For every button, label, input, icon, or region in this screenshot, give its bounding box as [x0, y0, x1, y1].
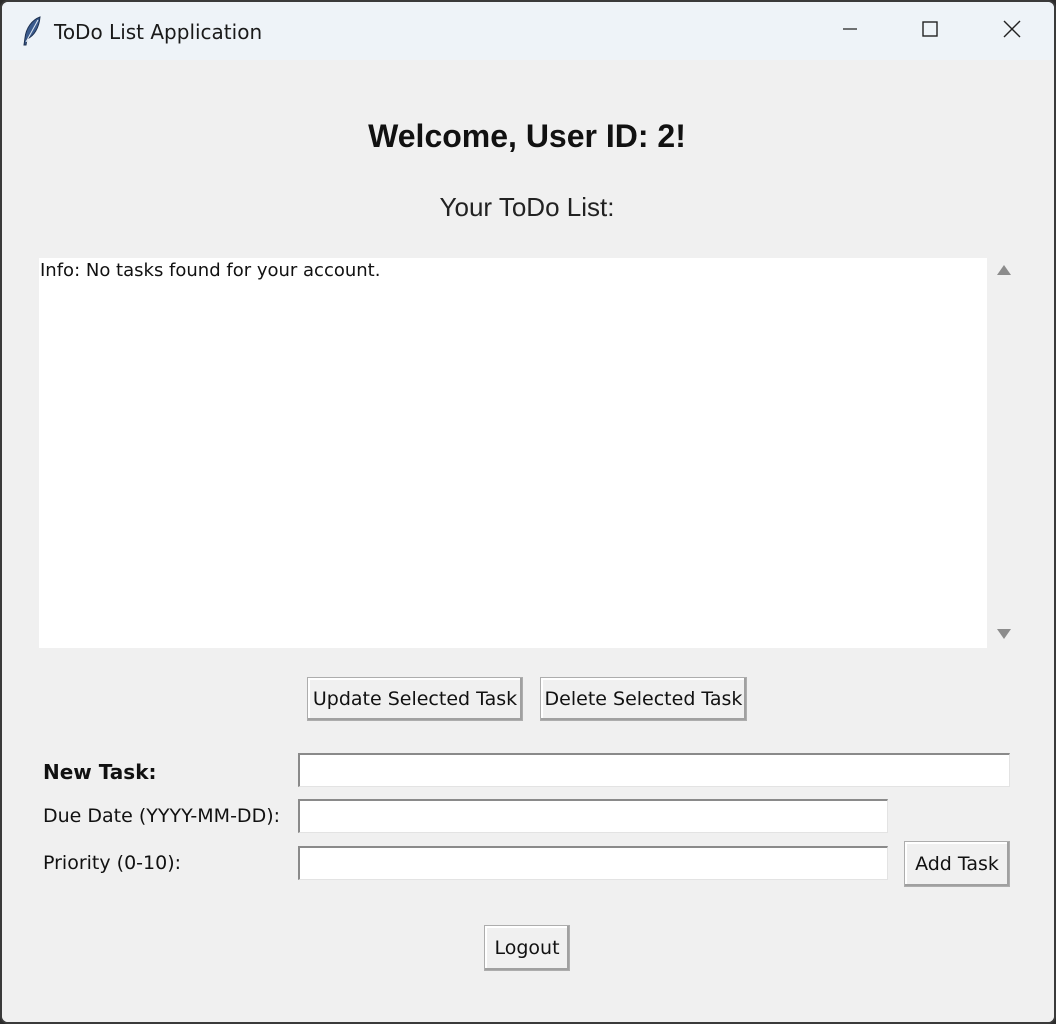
window-title: ToDo List Application [54, 20, 263, 44]
delete-task-button[interactable]: Delete Selected Task [540, 677, 747, 721]
task-listbox[interactable]: Info: No tasks found for your account. [39, 258, 987, 648]
todo-list-heading: Your ToDo List: [439, 192, 615, 222]
due-date-input[interactable] [298, 799, 888, 833]
priority-label: Priority (0-10): [43, 852, 182, 874]
priority-input[interactable] [298, 846, 888, 880]
maximize-icon [920, 19, 940, 43]
list-item[interactable]: Info: No tasks found for your account. [40, 260, 380, 281]
scroll-up-arrow-icon[interactable] [994, 260, 1014, 280]
close-icon [1002, 19, 1022, 43]
content-area: Welcome, User ID: 2! Your ToDo List: Inf… [2, 60, 1054, 1022]
app-window: ToDo List Application Welcome, User ID: … [0, 0, 1056, 1024]
maximize-button[interactable] [890, 2, 970, 60]
close-button[interactable] [972, 2, 1052, 60]
scroll-down-arrow-icon[interactable] [994, 624, 1014, 644]
minimize-icon [840, 19, 860, 43]
update-task-button[interactable]: Update Selected Task [307, 677, 523, 721]
due-date-label: Due Date (YYYY-MM-DD): [43, 805, 281, 827]
new-task-label: New Task: [43, 760, 157, 784]
task-list-scrollbar[interactable] [990, 258, 1018, 648]
logout-button[interactable]: Logout [484, 925, 570, 971]
welcome-heading: Welcome, User ID: 2! [368, 118, 686, 154]
minimize-button[interactable] [810, 2, 890, 60]
add-task-button[interactable]: Add Task [904, 841, 1010, 887]
title-bar[interactable]: ToDo List Application [2, 2, 1054, 60]
new-task-input[interactable] [298, 753, 1010, 787]
feather-icon [20, 16, 44, 46]
